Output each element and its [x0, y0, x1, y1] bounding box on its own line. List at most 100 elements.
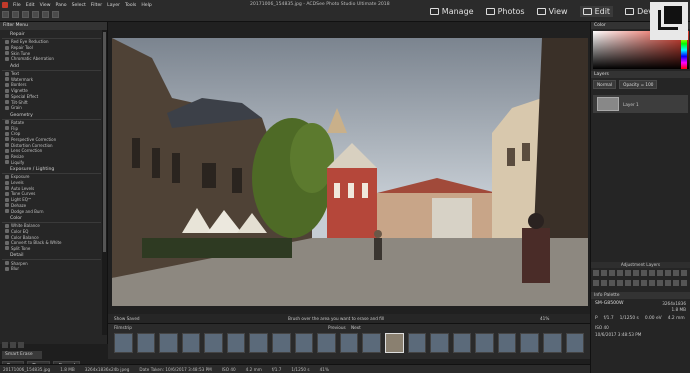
filmstrip-thumbnail[interactable] — [114, 333, 133, 353]
filter-menu-scrollbar[interactable] — [102, 30, 107, 335]
adjustment-layer-icon[interactable] — [601, 280, 607, 286]
layer-row[interactable]: Layer 1 — [593, 95, 688, 113]
window-restore-button[interactable] — [650, 2, 688, 40]
filmstrip-thumbnail[interactable] — [475, 333, 494, 353]
redo-icon[interactable] — [10, 342, 16, 348]
filter-section-title[interactable]: Repair — [2, 30, 101, 39]
filmstrip-thumbnail[interactable] — [294, 333, 314, 353]
blend-mode-select[interactable]: Normal — [593, 80, 617, 89]
edit-icon — [582, 8, 592, 15]
filmstrip-thumbnail[interactable] — [136, 333, 156, 353]
adjustment-layer-icon[interactable] — [657, 280, 663, 286]
filter-section-title[interactable]: Add — [2, 62, 101, 71]
adjustment-layer-icon[interactable] — [633, 270, 639, 276]
filter-item-label: Tone Curves — [11, 191, 36, 197]
adjustment-layer-icon[interactable] — [601, 270, 607, 276]
adjustment-layer-icon[interactable] — [641, 270, 647, 276]
adjustment-layer-icon[interactable] — [665, 280, 671, 286]
filter-item[interactable]: Blur — [2, 266, 101, 272]
adjustment-layer-icon[interactable] — [625, 270, 631, 276]
tab-manage[interactable]: Manage — [429, 7, 474, 16]
adjustment-layer-icon[interactable] — [665, 270, 671, 276]
adjustment-layer-icon[interactable] — [681, 270, 687, 276]
tab-photos[interactable]: Photos — [485, 7, 525, 16]
status-item: f/1.7 — [271, 367, 282, 372]
filter-item-label: Exposure — [11, 174, 30, 180]
menu-tools[interactable]: Tools — [125, 3, 136, 8]
undo-icon[interactable] — [2, 342, 8, 348]
layers-panel-title: Layers — [591, 71, 690, 78]
tab-view[interactable]: View — [536, 7, 568, 16]
filmstrip-thumbnail[interactable] — [204, 333, 223, 353]
filmstrip-thumbnail[interactable] — [249, 333, 269, 353]
zoom-level[interactable]: 41% — [540, 316, 549, 321]
adjustment-layer-icon[interactable] — [673, 280, 679, 286]
filter-section-title[interactable]: Color — [2, 214, 101, 223]
zoom-tool-icon[interactable] — [42, 11, 49, 18]
develop-icon — [625, 8, 635, 15]
menu-layer[interactable]: Layer — [107, 3, 120, 8]
filmstrip-thumbnail[interactable] — [384, 333, 404, 353]
filter-item-label: Light EQ™ — [11, 197, 32, 203]
filmstrip-thumbnail[interactable] — [452, 333, 472, 353]
adjustment-layer-icon[interactable] — [609, 270, 615, 276]
adjustment-layer-icon[interactable] — [649, 280, 655, 286]
adjustment-layer-icon[interactable] — [681, 280, 687, 286]
filmstrip-thumbnail[interactable] — [339, 333, 359, 353]
brush-tool-icon[interactable] — [22, 11, 29, 18]
adjustment-layer-icon[interactable] — [609, 280, 615, 286]
filmstrip-thumbnail[interactable] — [362, 333, 381, 353]
select-tool-icon[interactable] — [12, 11, 19, 18]
filmstrip-thumbnail[interactable] — [317, 333, 336, 353]
filmstrip-thumbnail[interactable] — [181, 333, 201, 353]
filmstrip-thumbnail[interactable] — [430, 333, 449, 353]
smart-erase-button[interactable]: Smart Erase — [2, 351, 42, 359]
filmstrip-thumbnail[interactable] — [565, 333, 585, 353]
adjustment-layer-icon[interactable] — [625, 280, 631, 286]
adjustment-layer-icon[interactable] — [593, 270, 599, 276]
menu-help[interactable]: Help — [141, 3, 151, 8]
adjustment-layer-icon[interactable] — [617, 280, 623, 286]
status-item: 20171006_154835.jpg — [3, 367, 51, 372]
adjustment-layer-icon[interactable] — [657, 270, 663, 276]
filter-section-title[interactable]: Detail — [2, 251, 101, 261]
filter-item-icon — [5, 246, 9, 251]
filter-item-label: Levels — [11, 180, 24, 186]
filter-section-title[interactable]: Geometry — [2, 111, 101, 120]
next-button[interactable]: Next — [351, 325, 361, 330]
eraser-tool-icon[interactable] — [32, 11, 39, 18]
filter-item-icon — [5, 261, 9, 266]
filmstrip-nav: Previous Next — [328, 325, 361, 330]
adjustment-layer-icon[interactable] — [633, 280, 639, 286]
move-tool-icon[interactable] — [2, 11, 9, 18]
main-photo[interactable] — [112, 38, 588, 306]
scrollbar-thumb[interactable] — [103, 32, 106, 252]
hand-tool-icon[interactable] — [52, 11, 59, 18]
filmstrip-thumbnail[interactable] — [272, 333, 291, 353]
history-icon[interactable] — [18, 342, 24, 348]
filter-item-label: Resize — [11, 154, 24, 160]
menu-view[interactable]: View — [40, 3, 51, 8]
menu-pano[interactable]: Pano — [56, 3, 67, 8]
filmstrip-thumbnail[interactable] — [407, 333, 427, 353]
filmstrip-thumbnail[interactable] — [226, 333, 246, 353]
previous-button[interactable]: Previous — [328, 325, 346, 330]
menu-edit[interactable]: Edit — [26, 3, 35, 8]
adjustment-layer-icon[interactable] — [641, 280, 647, 286]
filmstrip-thumbnail[interactable] — [542, 333, 562, 353]
adjustment-layer-icon[interactable] — [649, 270, 655, 276]
filmstrip-thumbnail[interactable] — [497, 333, 517, 353]
filmstrip-thumbnail[interactable] — [520, 333, 539, 353]
menu-file[interactable]: File — [13, 3, 21, 8]
filter-section-title[interactable]: Exposure / Lighting — [2, 165, 101, 175]
adjustment-layer-icon[interactable] — [593, 280, 599, 286]
adjustment-layer-icon[interactable] — [617, 270, 623, 276]
tab-edit[interactable]: Edit — [579, 6, 614, 17]
filmstrip-thumbnail[interactable] — [159, 333, 178, 353]
menu-select[interactable]: Select — [72, 3, 86, 8]
adjustment-layer-icon[interactable] — [673, 270, 679, 276]
opacity-field[interactable]: Opacity = 100 — [619, 80, 658, 89]
show-saved-toggle[interactable]: Show Saved — [114, 316, 140, 321]
menu-filter[interactable]: Filter — [91, 3, 102, 8]
filter-item-icon — [5, 197, 9, 202]
